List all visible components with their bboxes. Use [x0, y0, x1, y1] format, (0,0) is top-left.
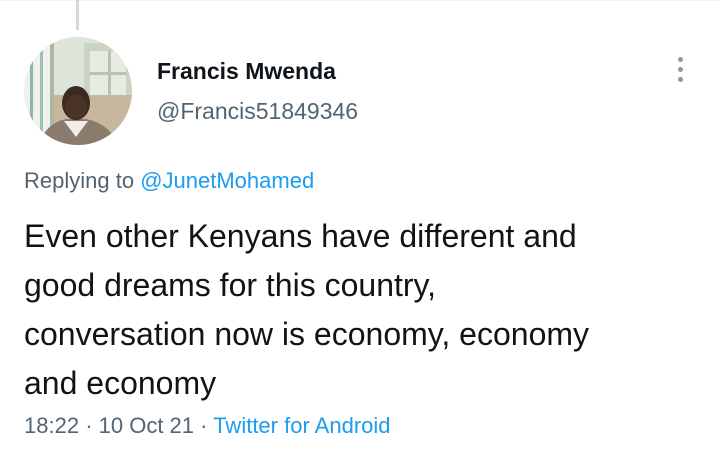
replying-to-label: Replying to [24, 168, 135, 193]
tweet-meta: 18:22 · 10 Oct 21 · Twitter for Android [24, 411, 391, 441]
tweet-time[interactable]: 18:22 [24, 413, 79, 438]
tweet-source-link[interactable]: Twitter for Android [213, 413, 390, 438]
more-options-button[interactable] [666, 52, 694, 86]
meta-separator: · [200, 413, 208, 438]
top-divider [0, 0, 720, 1]
author-handle[interactable]: @Francis51849346 [157, 97, 358, 125]
more-vertical-icon-dot [677, 66, 683, 72]
author-name[interactable]: Francis Mwenda [157, 57, 336, 85]
tweet-text-line: and economy [24, 365, 217, 401]
profile-photo-icon [24, 37, 132, 145]
replying-to-line: Replying to @JunetMohamed [24, 167, 314, 195]
tweet-text-line: good dreams for this country, [24, 267, 437, 303]
tweet-text-line: Even other Kenyans have different and [24, 218, 577, 254]
more-vertical-icon-dot [677, 56, 683, 62]
reply-mention-link[interactable]: @JunetMohamed [140, 168, 314, 193]
tweet-date[interactable]: 10 Oct 21 [99, 413, 194, 438]
tweet-text-line: conversation now is economy, economy [24, 316, 590, 352]
more-vertical-icon-dot [677, 76, 683, 82]
meta-separator: · [85, 413, 93, 438]
thread-connector-line [76, 0, 79, 30]
tweet-text: Even other Kenyans have different and go… [24, 212, 704, 408]
author-avatar[interactable] [24, 37, 132, 145]
